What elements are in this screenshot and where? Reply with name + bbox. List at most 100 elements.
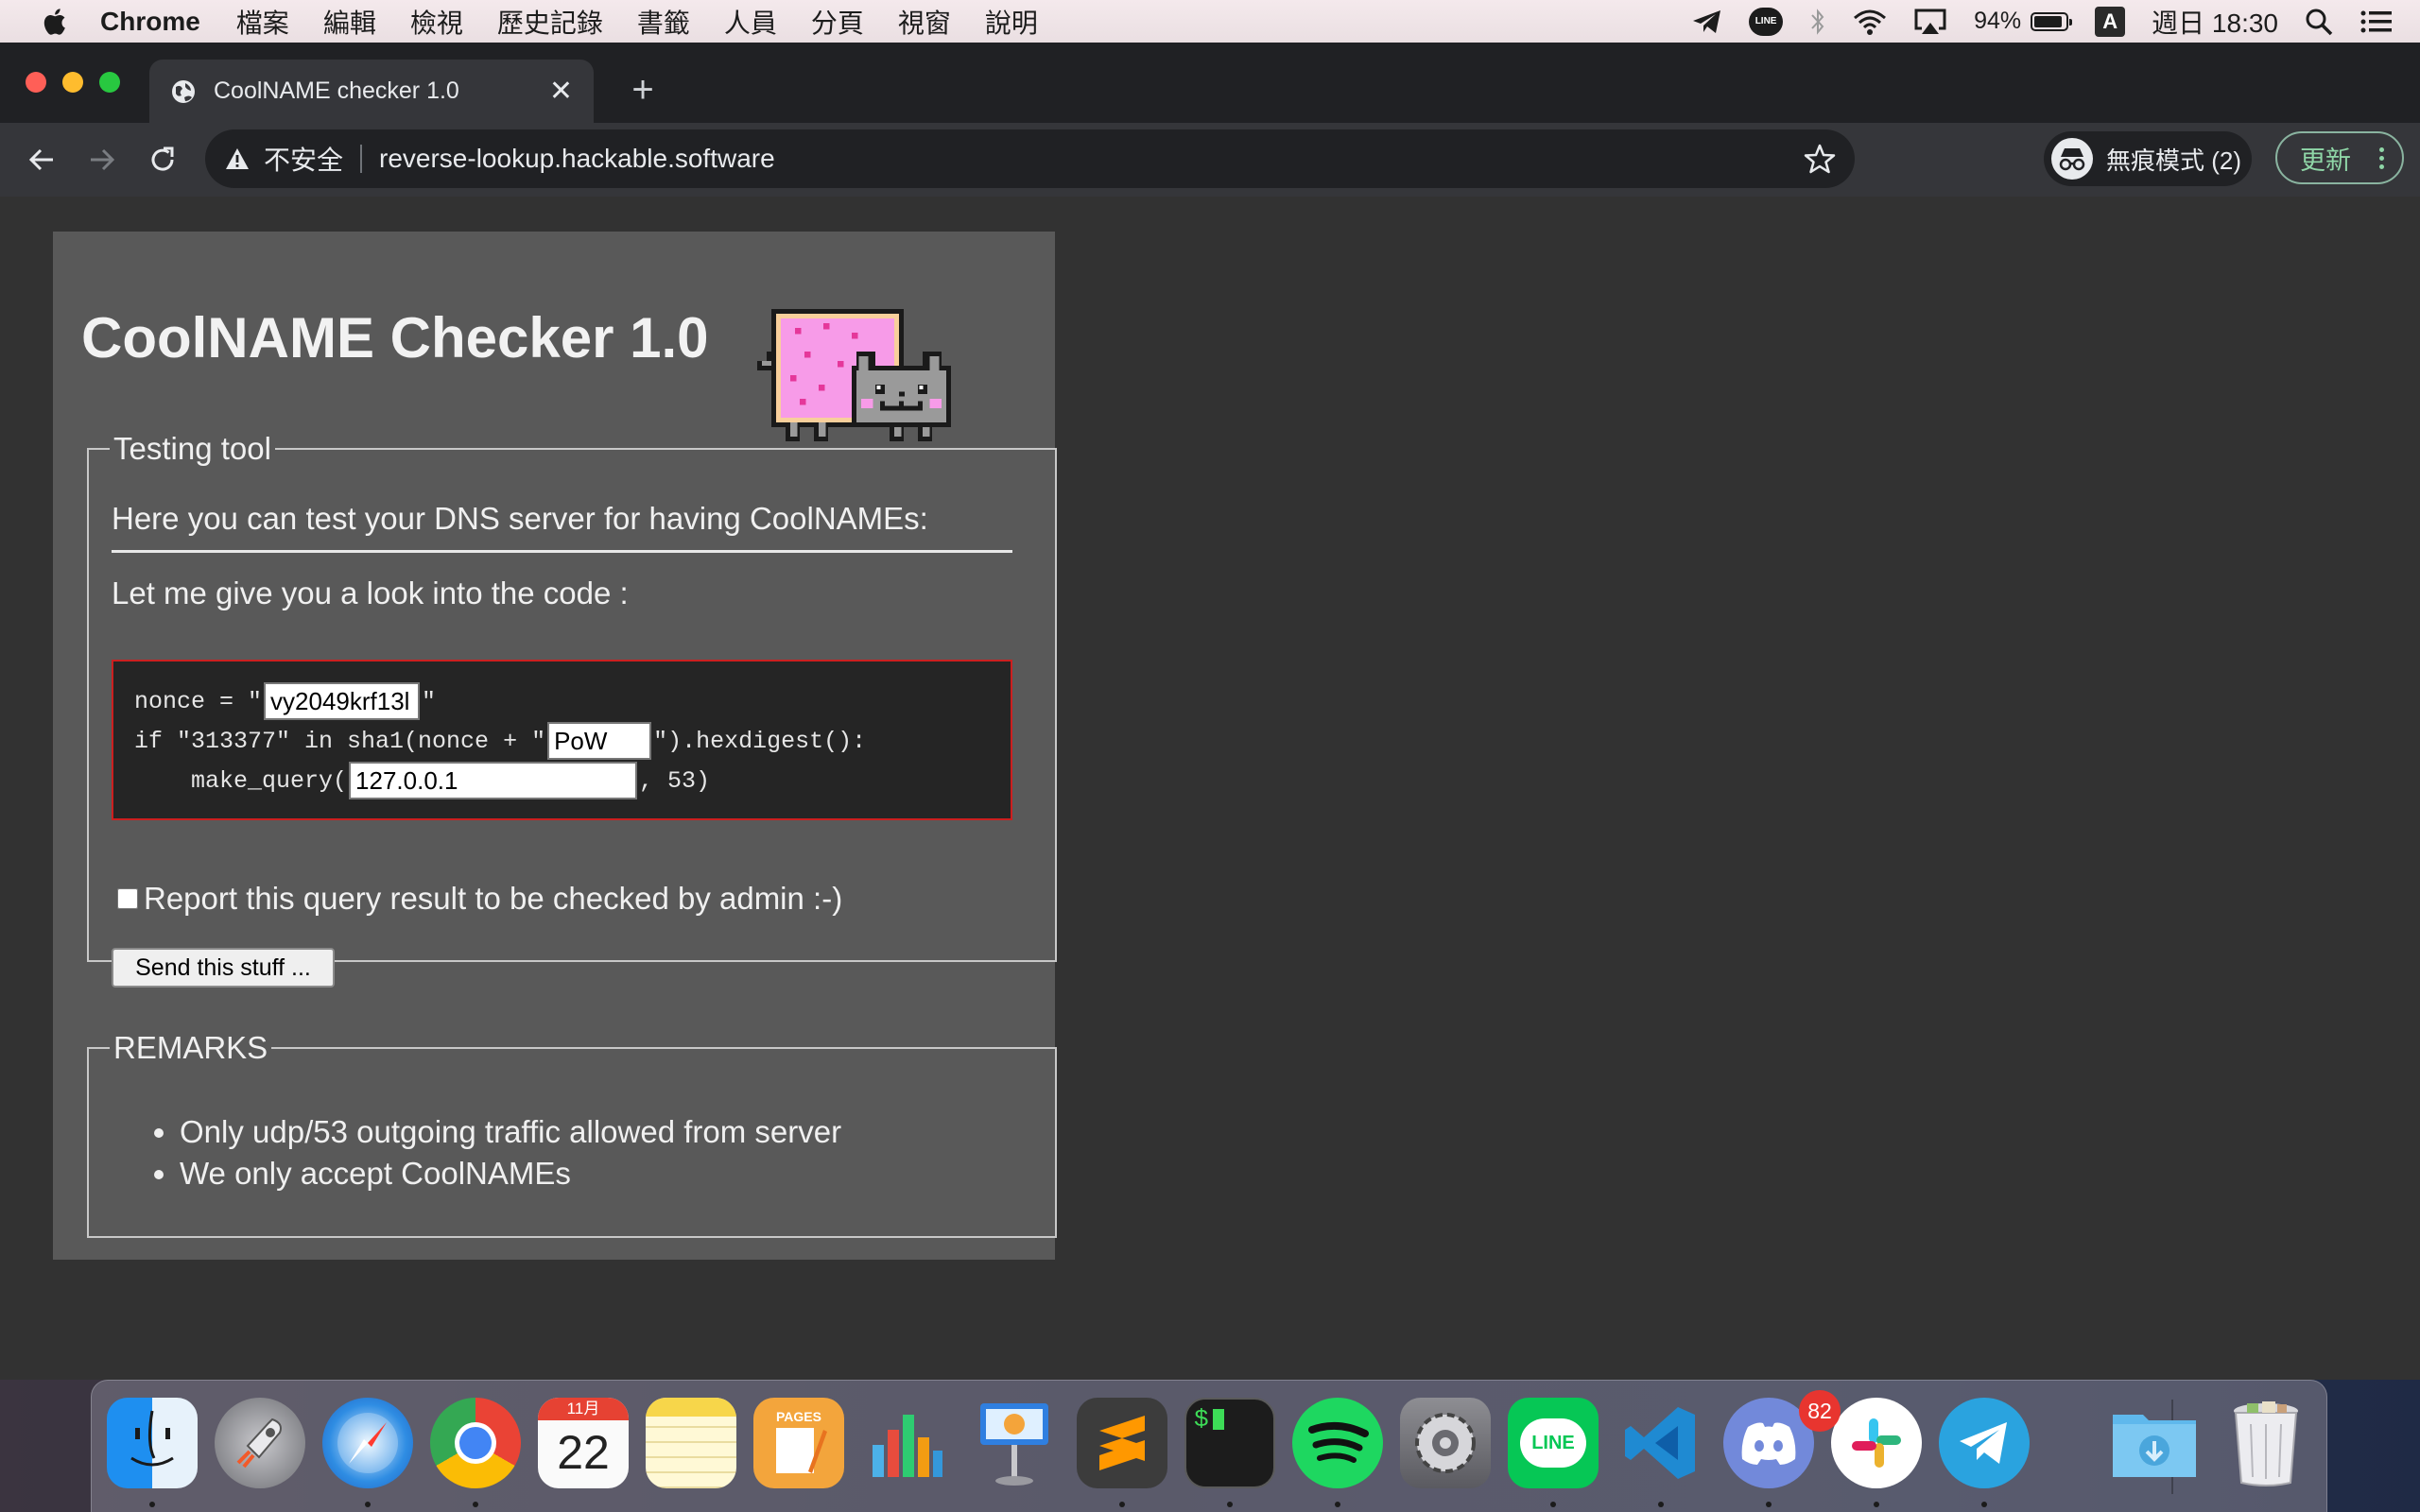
trash-icon[interactable] <box>2221 1398 2311 1488</box>
running-indicator <box>1550 1502 1556 1507</box>
battery-percent: 94% <box>1974 8 2022 34</box>
url-text[interactable]: reverse-lookup.hackable.software <box>379 144 1804 174</box>
send-button[interactable]: Send this stuff ... <box>112 948 335 988</box>
page-title: CoolNAME Checker 1.0 <box>81 306 709 369</box>
terminal-cursor <box>1212 1409 1224 1430</box>
menu-file[interactable]: 檔案 <box>236 3 289 41</box>
menu-tab[interactable]: 分頁 <box>811 3 864 41</box>
tab-coolname-checker[interactable]: CoolNAME checker 1.0 ✕ <box>149 60 594 123</box>
update-button[interactable]: 更新 <box>2275 131 2404 184</box>
telegram-icon[interactable] <box>1692 9 1722 35</box>
wifi-icon[interactable] <box>1853 9 1887 35</box>
remarks-legend: REMARKS <box>113 1030 268 1065</box>
menu-people[interactable]: 人員 <box>724 3 777 41</box>
new-tab-button[interactable]: + <box>624 69 662 112</box>
forward-button[interactable] <box>83 141 121 179</box>
remarks-list: Only udp/53 outgoing traffic allowed fro… <box>136 1111 841 1194</box>
nyan-cat-image <box>757 309 951 441</box>
menu-edit[interactable]: 編輯 <box>323 3 376 41</box>
downloads-folder-icon[interactable] <box>2109 1398 2200 1488</box>
code-text: nonce = " <box>134 687 263 715</box>
tab-title: CoolNAME checker 1.0 <box>214 77 459 104</box>
calendar-icon[interactable]: 11月 22 <box>538 1398 629 1488</box>
menu-history[interactable]: 歷史記錄 <box>497 3 603 41</box>
safari-icon[interactable] <box>322 1398 413 1488</box>
input-method-icon[interactable]: A <box>2095 6 2126 37</box>
code-text: ").hexdigest(): <box>653 727 867 755</box>
arrow-left-icon <box>28 148 53 171</box>
incognito-icon <box>2051 138 2093 180</box>
line-icon[interactable]: LINE <box>1749 7 1784 36</box>
zoom-window-button[interactable] <box>99 72 120 93</box>
line-icon[interactable]: LINE <box>1508 1398 1599 1488</box>
keynote-icon[interactable] <box>969 1398 1060 1488</box>
airplay-icon[interactable] <box>1913 8 1947 36</box>
running-indicator <box>473 1502 478 1507</box>
launchpad-icon[interactable] <box>215 1398 305 1488</box>
security-label[interactable]: 不安全 <box>264 140 343 178</box>
running-indicator <box>1874 1502 1879 1507</box>
system-preferences-icon[interactable] <box>1400 1398 1491 1488</box>
menu-view[interactable]: 檢視 <box>410 3 463 41</box>
more-menu-icon[interactable] <box>2379 146 2387 169</box>
pages-label: PAGES <box>776 1409 821 1424</box>
code-line-pow: if "313377" in sha1(nonce + " ").hexdige… <box>134 722 866 760</box>
query-host-input[interactable] <box>349 762 638 799</box>
code-text: if "313377" in sha1(nonce + " <box>134 727 546 755</box>
nonce-input[interactable] <box>264 682 421 720</box>
code-text: , 53) <box>639 766 711 795</box>
menubar-clock[interactable]: 週日 18:30 <box>2152 3 2278 41</box>
testing-tool-fieldset: Testing tool Here you can test your DNS … <box>87 431 1057 988</box>
close-tab-icon[interactable]: ✕ <box>549 75 573 108</box>
tab-strip: CoolNAME checker 1.0 ✕ + <box>0 43 2420 123</box>
page-viewport: CoolNAME Checker 1.0 Testing tool Here y… <box>0 197 2420 1380</box>
macos-dock: 11月 22 PAGES $ LINE 82 <box>91 1380 2327 1512</box>
pages-icon[interactable]: PAGES <box>753 1398 844 1488</box>
battery-icon <box>2031 11 2073 31</box>
telegram-icon[interactable] <box>1939 1398 2030 1488</box>
spotify-icon[interactable] <box>1292 1398 1383 1488</box>
reload-button[interactable] <box>144 141 182 179</box>
battery-status[interactable]: 94% <box>1974 8 2073 35</box>
menu-help[interactable]: 說明 <box>985 3 1038 41</box>
calendar-month: 11月 <box>538 1398 629 1420</box>
report-label[interactable]: Report this query result to be checked b… <box>144 881 842 917</box>
incognito-indicator[interactable]: 無痕模式 (2) <box>2044 131 2252 186</box>
notification-center-icon[interactable] <box>2360 9 2394 35</box>
back-button[interactable] <box>23 141 60 179</box>
pow-input[interactable] <box>547 722 652 760</box>
menu-window[interactable]: 視窗 <box>898 3 951 41</box>
testing-tool-legend: Testing tool <box>113 431 271 466</box>
discord-notification-badge: 82 <box>1799 1390 1841 1432</box>
terminal-icon[interactable]: $ <box>1184 1398 1275 1488</box>
address-bar[interactable]: 不安全 reverse-lookup.hackable.software <box>205 129 1855 188</box>
running-indicator <box>1766 1502 1772 1507</box>
finder-icon[interactable] <box>107 1398 198 1488</box>
warning-icon[interactable] <box>224 146 251 172</box>
chrome-icon[interactable] <box>430 1398 521 1488</box>
code-text: " <box>422 687 437 715</box>
running-indicator <box>149 1502 155 1507</box>
report-row: Report this query result to be checked b… <box>117 881 842 917</box>
apple-menu-icon[interactable] <box>40 7 68 37</box>
numbers-icon[interactable] <box>861 1398 952 1488</box>
close-window-button[interactable] <box>26 72 46 93</box>
menu-bookmarks[interactable]: 書籤 <box>637 3 690 41</box>
bookmark-star-icon[interactable] <box>1804 143 1836 175</box>
vscode-icon[interactable] <box>1616 1398 1706 1488</box>
horizontal-rule <box>112 550 1012 553</box>
notes-icon[interactable] <box>646 1398 736 1488</box>
app-menu-chrome[interactable]: Chrome <box>100 7 200 37</box>
running-indicator <box>1658 1502 1664 1507</box>
slack-icon[interactable] <box>1831 1398 1922 1488</box>
minimize-window-button[interactable] <box>62 72 83 93</box>
spotlight-icon[interactable] <box>2305 8 2333 36</box>
list-item: Only udp/53 outgoing traffic allowed fro… <box>180 1111 841 1153</box>
sublime-text-icon[interactable] <box>1077 1398 1167 1488</box>
code-line-query: make_query( , 53) <box>134 762 710 799</box>
running-indicator <box>1119 1502 1125 1507</box>
report-checkbox[interactable] <box>117 888 138 909</box>
update-label: 更新 <box>2300 146 2351 175</box>
bluetooth-icon[interactable] <box>1809 8 1826 36</box>
code-block: nonce = " " if "313377" in sha1(nonce + … <box>112 660 1012 820</box>
